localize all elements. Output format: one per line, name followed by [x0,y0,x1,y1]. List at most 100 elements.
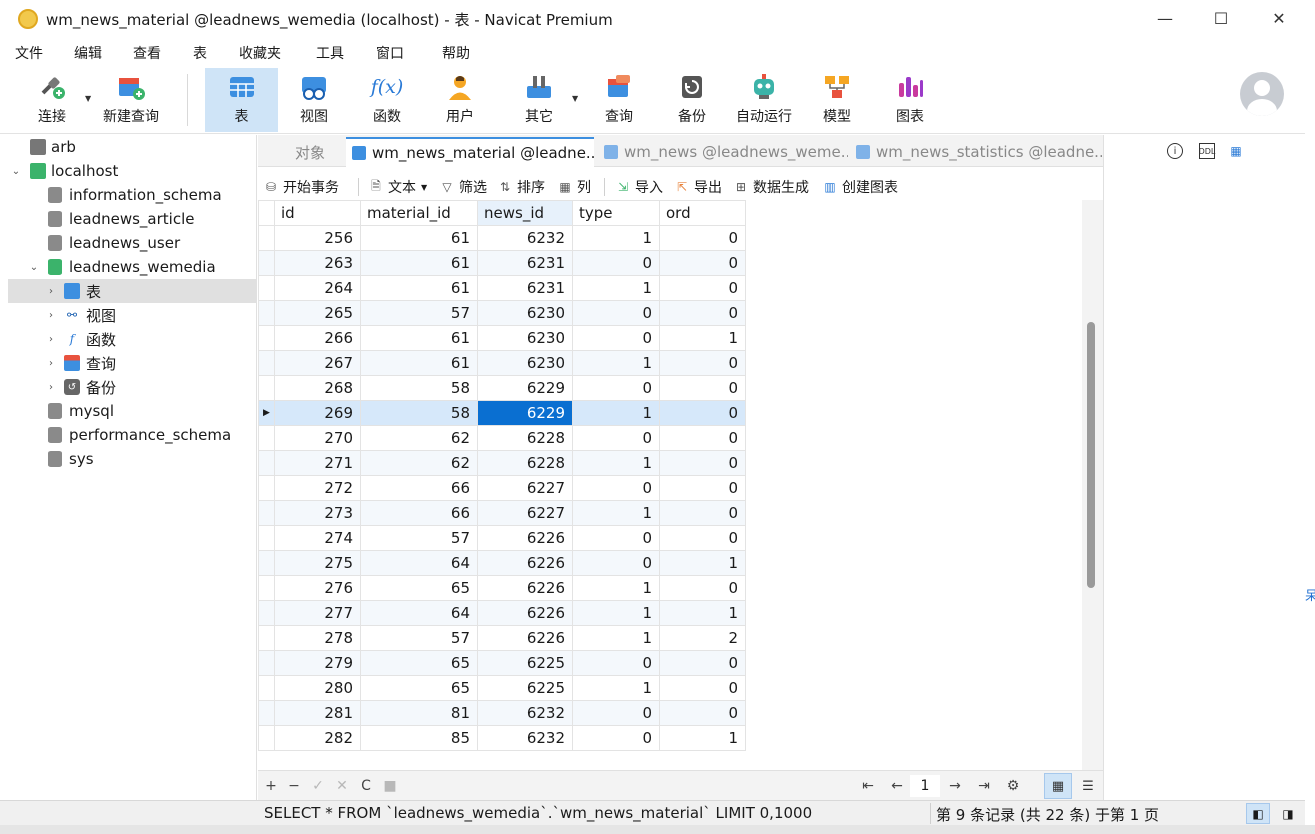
tab-wm-news-statistics[interactable]: wm_news_statistics @leadne... [852,137,1102,167]
backup-button[interactable]: 备份 [661,68,723,132]
cell-type[interactable]: 0 [572,425,660,451]
table-row[interactable]: 277 64 6226 1 1 [258,600,746,626]
table-row[interactable]: 271 62 6228 1 0 [258,450,746,476]
row-marker[interactable] [258,350,275,376]
cell-type[interactable]: 0 [572,725,660,751]
cell-news-id[interactable]: 6230 [477,300,573,326]
cell-ord[interactable]: 0 [659,500,746,526]
cell-type[interactable]: 0 [572,550,660,576]
cell-news-id[interactable]: 6226 [477,525,573,551]
menu-file[interactable]: 文件 [15,43,43,63]
tree-item-arb[interactable]: arb [8,135,257,159]
cell-ord[interactable]: 0 [659,400,746,426]
menu-tools[interactable]: 工具 [316,43,344,63]
row-marker[interactable] [258,450,275,476]
cell-news-id[interactable]: 6231 [477,250,573,276]
cell-material-id[interactable]: 81 [360,700,478,726]
cell-news-id[interactable]: 6230 [477,350,573,376]
table-row[interactable]: 280 65 6225 1 0 [258,675,746,701]
table-row[interactable]: 263 61 6231 0 0 [258,250,746,276]
table-row[interactable]: 282 85 6232 0 1 [258,725,746,751]
sort-button[interactable]: ⇅ 排序 [498,177,545,197]
row-marker[interactable] [258,675,275,701]
info-panel-toggle-button[interactable]: ◨ [1276,803,1300,824]
cell-news-id[interactable]: 6226 [477,575,573,601]
cell-type[interactable]: 0 [572,375,660,401]
user-button[interactable]: 用户 [429,68,491,132]
row-marker[interactable] [258,300,275,326]
cell-id[interactable]: 273 [274,500,361,526]
cell-material-id[interactable]: 61 [360,350,478,376]
cell-id[interactable]: 281 [274,700,361,726]
other-dropdown-icon[interactable]: ▼ [572,94,578,103]
row-marker[interactable] [258,575,275,601]
table-row[interactable]: 272 66 6227 0 0 [258,475,746,501]
cell-news-id[interactable]: 6228 [477,425,573,451]
cell-ord[interactable]: 0 [659,375,746,401]
cell-news-id[interactable]: 6227 [477,475,573,501]
cell-news-id[interactable]: 6228 [477,450,573,476]
maximize-button[interactable]: ☐ [1192,0,1250,36]
row-marker[interactable] [258,550,275,576]
cell-material-id[interactable]: 61 [360,225,478,251]
cell-id[interactable]: 265 [274,300,361,326]
view-button[interactable]: 视图 [283,68,345,132]
delete-record-button[interactable]: − [285,776,303,796]
menu-favorites[interactable]: 收藏夹 [239,43,281,63]
columns-button[interactable]: ▦ 列 [558,177,591,197]
table-row[interactable]: 264 61 6231 1 0 [258,275,746,301]
automation-button[interactable]: 自动运行 [733,68,795,132]
cell-id[interactable]: 282 [274,725,361,751]
table-row[interactable]: 270 62 6228 0 0 [258,425,746,451]
query-button[interactable]: 查询 [588,68,650,132]
grid-panel-icon[interactable]: ▦ [1228,143,1244,159]
cell-news-id[interactable]: 6230 [477,325,573,351]
close-button[interactable]: ✕ [1250,0,1308,36]
row-marker[interactable] [258,325,275,351]
cell-material-id[interactable]: 65 [360,675,478,701]
chevron-right-icon[interactable]: › [45,382,57,393]
cell-id[interactable]: 263 [274,250,361,276]
cell-ord[interactable]: 0 [659,250,746,276]
row-marker[interactable] [258,500,275,526]
cell-material-id[interactable]: 61 [360,325,478,351]
cell-type[interactable]: 1 [572,500,660,526]
grid-view-button[interactable]: ▦ [1044,773,1072,799]
cell-ord[interactable]: 0 [659,525,746,551]
cell-material-id[interactable]: 57 [360,300,478,326]
cell-news-id[interactable]: 6232 [477,225,573,251]
tab-objects[interactable]: 对象 [270,137,350,167]
menu-edit[interactable]: 编辑 [74,43,102,63]
cell-id[interactable]: 275 [274,550,361,576]
cell-ord[interactable]: 1 [659,550,746,576]
discard-changes-button[interactable]: ✕ [333,776,351,796]
expand-chevron-icon[interactable]: ⌄ [28,262,40,273]
cell-id[interactable]: 256 [274,225,361,251]
table-row[interactable]: 274 57 6226 0 0 [258,525,746,551]
connection-dropdown-icon[interactable]: ▼ [85,94,91,103]
cell-type[interactable]: 1 [572,225,660,251]
cell-ord[interactable]: 0 [659,275,746,301]
cell-ord[interactable]: 0 [659,650,746,676]
new-query-button[interactable]: 新建查询 [98,68,164,132]
connection-button[interactable]: 连接 [24,68,80,132]
cell-ord[interactable]: 2 [659,625,746,651]
data-generation-button[interactable]: ⊞ 数据生成 [734,177,809,197]
cell-material-id[interactable]: 57 [360,525,478,551]
row-marker[interactable] [258,275,275,301]
row-marker[interactable] [258,525,275,551]
cell-ord[interactable]: 0 [659,700,746,726]
cell-material-id[interactable]: 64 [360,600,478,626]
cell-id[interactable]: 276 [274,575,361,601]
cell-ord[interactable]: 1 [659,600,746,626]
sidebar-toggle-button[interactable]: ◧ [1246,803,1270,824]
menu-window[interactable]: 窗口 [376,43,404,63]
column-header-id[interactable]: id [274,200,361,226]
cell-id[interactable]: 266 [274,325,361,351]
cell-type[interactable]: 0 [572,525,660,551]
menu-help[interactable]: 帮助 [442,43,470,63]
row-marker[interactable] [258,725,275,751]
cell-type[interactable]: 0 [572,475,660,501]
row-marker[interactable] [258,475,275,501]
cell-type[interactable]: 1 [572,350,660,376]
